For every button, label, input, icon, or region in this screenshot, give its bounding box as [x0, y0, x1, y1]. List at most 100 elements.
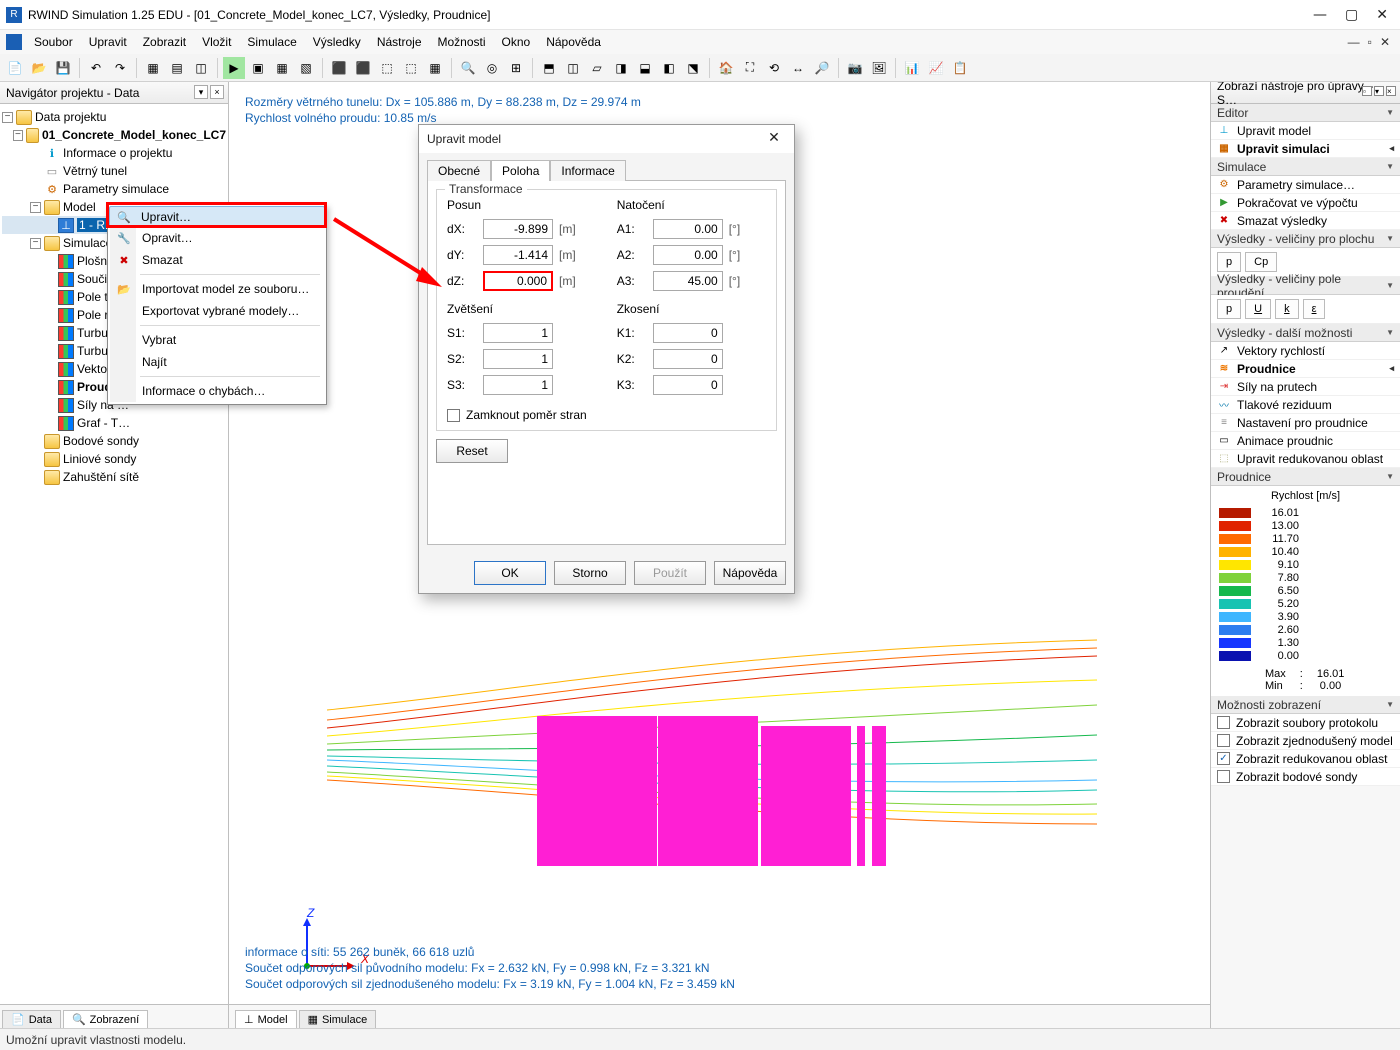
tb-icon[interactable]: ▦: [424, 57, 446, 79]
section-editor[interactable]: Editor▼: [1211, 104, 1400, 122]
apply-button[interactable]: Použít: [634, 561, 706, 585]
ritem-sily[interactable]: ⇥Síly na prutech: [1211, 378, 1400, 396]
ritem-pokr[interactable]: ▶Pokračovat ve výpočtu: [1211, 194, 1400, 212]
tree-item[interactable]: Bodové sondy: [2, 432, 226, 450]
input-dy[interactable]: [483, 245, 553, 265]
menu-view[interactable]: Zobrazit: [135, 33, 194, 51]
tab-data[interactable]: 📄 Data: [2, 1010, 61, 1028]
tb-icon[interactable]: ◫: [562, 57, 584, 79]
ctx-opravit[interactable]: 🔧Opravit…: [110, 227, 324, 249]
ctx-import[interactable]: 📂Importovat model ze souboru…: [110, 278, 324, 300]
tree-item[interactable]: ℹInformace o projektu: [2, 144, 226, 162]
ctx-upravit[interactable]: 🔍Upravit…: [109, 206, 325, 228]
tree-item[interactable]: Graf - T…: [2, 414, 226, 432]
ritem-anim[interactable]: ▭Animace proudnic: [1211, 432, 1400, 450]
tab-simulace[interactable]: ▦ Simulace: [299, 1010, 377, 1028]
tb-new-icon[interactable]: 📄: [4, 57, 26, 79]
tb-icon[interactable]: ⛶: [739, 57, 761, 79]
ritem-smazat[interactable]: ✖Smazat výsledky: [1211, 212, 1400, 230]
input-k3[interactable]: [653, 375, 723, 395]
tb-open-icon[interactable]: 📂: [28, 57, 50, 79]
menu-options[interactable]: Možnosti: [430, 33, 494, 51]
ritem-proud[interactable]: ≋Proudnice◂: [1211, 360, 1400, 378]
tb-icon[interactable]: ⬚: [376, 57, 398, 79]
checkbox-lock[interactable]: [447, 409, 460, 422]
tree-item[interactable]: ▭Větrný tunel: [2, 162, 226, 180]
tab-informace[interactable]: Informace: [550, 160, 625, 181]
checkbox[interactable]: [1217, 734, 1230, 747]
btn-u[interactable]: U: [1245, 299, 1271, 319]
menu-results[interactable]: Výsledky: [305, 33, 369, 51]
tb-icon[interactable]: ▧: [295, 57, 317, 79]
tb-redo-icon[interactable]: ↷: [109, 57, 131, 79]
input-k2[interactable]: [653, 349, 723, 369]
ok-button[interactable]: OK: [474, 561, 546, 585]
input-s2[interactable]: [483, 349, 553, 369]
tb-icon[interactable]: 🔍: [457, 57, 479, 79]
menu-window[interactable]: Okno: [494, 33, 539, 51]
btn-cp[interactable]: Cp: [1245, 252, 1277, 272]
tb-icon[interactable]: ◎: [481, 57, 503, 79]
menu-help[interactable]: Nápověda: [538, 33, 609, 51]
btn-k[interactable]: k: [1275, 299, 1299, 319]
tb-run-icon[interactable]: ▶: [223, 57, 245, 79]
tb-icon[interactable]: ⬛: [328, 57, 350, 79]
tb-icon[interactable]: ▦: [271, 57, 293, 79]
maximize-button[interactable]: ▢: [1345, 7, 1358, 23]
input-a2[interactable]: [653, 245, 723, 265]
tb-icon[interactable]: ▦: [142, 57, 164, 79]
mdi-close[interactable]: ✕: [1380, 35, 1390, 49]
menu-insert[interactable]: Vložit: [194, 33, 239, 51]
ritem-tlak[interactable]: 〰Tlakové reziduum: [1211, 396, 1400, 414]
close-panel-icon[interactable]: ×: [210, 85, 224, 99]
menu-file[interactable]: Soubor: [26, 33, 81, 51]
tb-icon[interactable]: ▣: [247, 57, 269, 79]
tree-project[interactable]: −01_Concrete_Model_konec_LC7: [2, 126, 226, 144]
display-option[interactable]: Zobrazit zjednodušený model: [1211, 732, 1400, 750]
tb-icon[interactable]: ⬓: [634, 57, 656, 79]
tb-icon[interactable]: ↔: [787, 57, 809, 79]
pin-icon[interactable]: ▾: [194, 85, 208, 99]
tb-icon[interactable]: ⬛: [352, 57, 374, 79]
tb-icon[interactable]: 📈: [925, 57, 947, 79]
input-s1[interactable]: [483, 323, 553, 343]
btn-e[interactable]: ε: [1303, 299, 1326, 319]
section-vpole[interactable]: Výsledky - veličiny pole proudění▼: [1211, 277, 1400, 295]
menu-sim[interactable]: Simulace: [239, 33, 304, 51]
tb-icon[interactable]: ◫: [190, 57, 212, 79]
input-a1[interactable]: [653, 219, 723, 239]
ritem-redobl[interactable]: ⬚Upravit redukovanou oblast: [1211, 450, 1400, 468]
input-a3[interactable]: [653, 271, 723, 291]
section-vplochu[interactable]: Výsledky - veličiny pro plochu▼: [1211, 230, 1400, 248]
tb-icon[interactable]: 📊: [901, 57, 923, 79]
section-vdalsi[interactable]: Výsledky - další možnosti▼: [1211, 324, 1400, 342]
tb-icon[interactable]: ◧: [658, 57, 680, 79]
ritem-vekt[interactable]: ↗Vektory rychlostí: [1211, 342, 1400, 360]
ritem-upsim[interactable]: ▦Upravit simulaci◂: [1211, 140, 1400, 158]
ritem-params[interactable]: ⚙Parametry simulace…: [1211, 176, 1400, 194]
close-button[interactable]: ✕: [1376, 7, 1388, 23]
dialog-title-bar[interactable]: Upravit model ✕: [419, 125, 794, 153]
ritem-upmodel[interactable]: ⊥Upravit model: [1211, 122, 1400, 140]
tree-item[interactable]: Liniové sondy: [2, 450, 226, 468]
mdi-minimize[interactable]: —: [1348, 35, 1360, 49]
tb-icon[interactable]: ⏥: [586, 57, 608, 79]
ctx-export[interactable]: Exportovat vybrané modely…: [110, 300, 324, 322]
input-k1[interactable]: [653, 323, 723, 343]
tb-icon[interactable]: 🖼: [868, 57, 890, 79]
menu-tools[interactable]: Nástroje: [369, 33, 430, 51]
section-sim[interactable]: Simulace▼: [1211, 158, 1400, 176]
reset-button[interactable]: Reset: [436, 439, 508, 463]
btn-p2[interactable]: p: [1217, 299, 1241, 319]
tree-item[interactable]: ⚙Parametry simulace: [2, 180, 226, 198]
tab-model[interactable]: ⊥ Model: [235, 1010, 297, 1028]
input-dz[interactable]: [483, 271, 553, 291]
ctx-chyby[interactable]: Informace o chybách…: [110, 380, 324, 402]
tb-icon[interactable]: 📋: [949, 57, 971, 79]
tree-root[interactable]: −Data projektu: [2, 108, 226, 126]
mdi-restore[interactable]: ▫: [1368, 35, 1372, 49]
ctx-smazat[interactable]: ✖Smazat: [110, 249, 324, 271]
tab-zobrazeni[interactable]: 🔍 Zobrazení: [63, 1010, 148, 1028]
tb-icon[interactable]: ▤: [166, 57, 188, 79]
tb-icon[interactable]: 🏠: [715, 57, 737, 79]
